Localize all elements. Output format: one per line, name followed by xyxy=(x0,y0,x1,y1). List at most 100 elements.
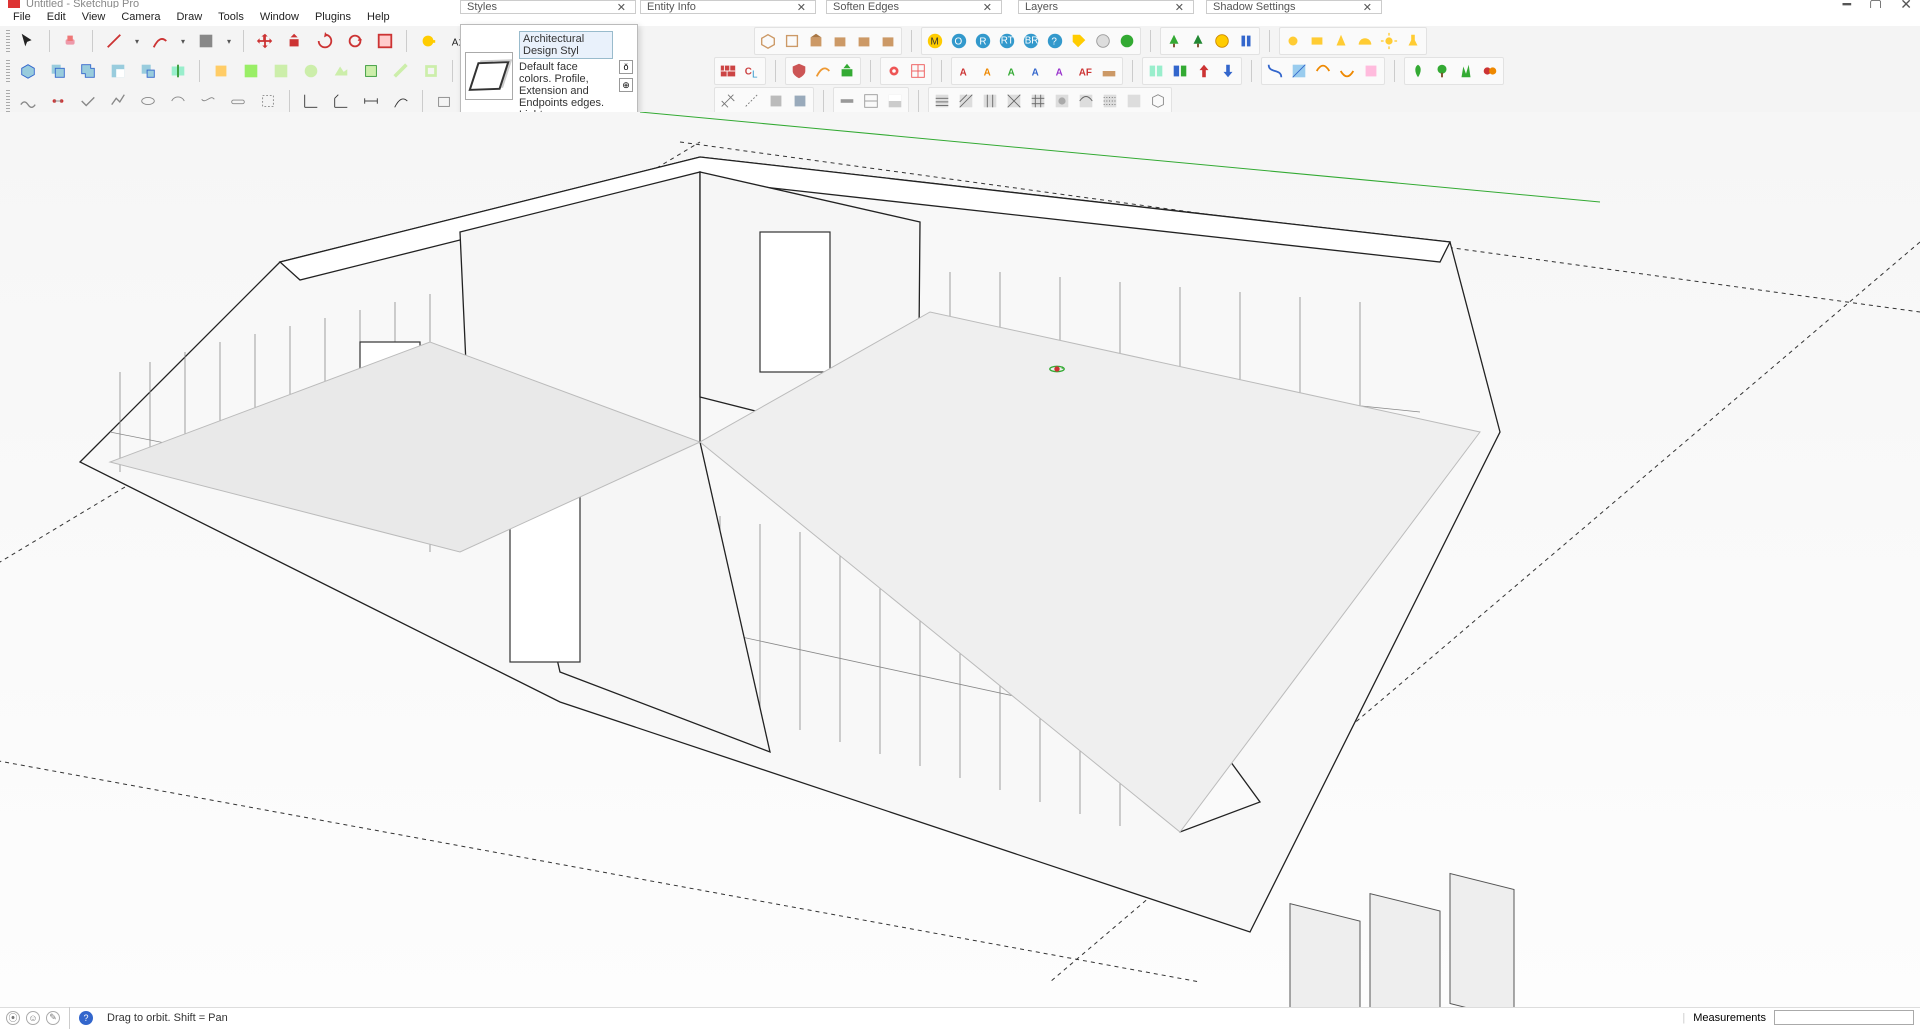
vray-r-icon[interactable]: R xyxy=(971,29,995,53)
hatch-9-icon[interactable] xyxy=(1122,89,1146,113)
axis-f-icon[interactable]: AF xyxy=(1073,59,1097,83)
hatch-3-icon[interactable] xyxy=(978,89,1002,113)
section-plane-icon[interactable] xyxy=(835,89,859,113)
rect-light-icon[interactable] xyxy=(1305,29,1329,53)
sun-light-icon[interactable] xyxy=(1377,29,1401,53)
box-1-icon[interactable] xyxy=(432,89,456,113)
shape-tool-dropdown-icon[interactable] xyxy=(224,29,234,53)
section-display-icon[interactable] xyxy=(859,89,883,113)
plant-1-icon[interactable] xyxy=(1406,59,1430,83)
style-create-icon[interactable]: ⊕ xyxy=(619,78,633,92)
subtract-icon[interactable] xyxy=(106,59,130,83)
wireframe-icon[interactable] xyxy=(716,89,740,113)
shaded-tex-icon[interactable] xyxy=(788,89,812,113)
sandbox-9-icon[interactable] xyxy=(256,89,280,113)
union-icon[interactable] xyxy=(76,59,100,83)
sandbox-7-icon[interactable] xyxy=(196,89,220,113)
tray-shadow-settings[interactable]: Shadow Settings ✕ xyxy=(1206,0,1382,14)
vray-material-icon[interactable] xyxy=(1115,29,1139,53)
curve-3-icon[interactable] xyxy=(1311,59,1335,83)
menu-file[interactable]: File xyxy=(6,9,38,25)
jhs-8-icon[interactable] xyxy=(419,59,443,83)
axis-b-icon[interactable]: A xyxy=(977,59,1001,83)
left-view-icon[interactable] xyxy=(876,29,900,53)
front-view-icon[interactable] xyxy=(804,29,828,53)
tree-2-icon[interactable] xyxy=(1186,29,1210,53)
tray-soften-edges[interactable]: Soften Edges ✕ xyxy=(826,0,1002,14)
tree-1-icon[interactable] xyxy=(1162,29,1186,53)
style-thumbnail[interactable] xyxy=(465,52,513,100)
rotate-tool-icon[interactable] xyxy=(313,29,337,53)
minimize-button[interactable]: ━ xyxy=(1843,0,1851,8)
mirror-2-icon[interactable] xyxy=(1168,59,1192,83)
sandbox-1-icon[interactable] xyxy=(16,89,40,113)
plant-2-icon[interactable] xyxy=(1430,59,1454,83)
menu-tools[interactable]: Tools xyxy=(211,9,251,25)
tray-layers[interactable]: Layers ✕ xyxy=(1018,0,1194,14)
jhs-3-icon[interactable] xyxy=(269,59,293,83)
vray-rt-icon[interactable]: RT xyxy=(995,29,1019,53)
tray-styles[interactable]: Styles ✕ xyxy=(460,0,636,14)
spot-light-icon[interactable] xyxy=(1329,29,1353,53)
top-view-icon[interactable] xyxy=(780,29,804,53)
pushpull-tool-icon[interactable] xyxy=(283,29,307,53)
fredo-push-icon[interactable] xyxy=(835,59,859,83)
menu-help[interactable]: Help xyxy=(360,9,397,25)
right-view-icon[interactable] xyxy=(828,29,852,53)
arrow-up-icon[interactable] xyxy=(1192,59,1216,83)
arc-tool-icon[interactable] xyxy=(148,29,172,53)
followme-tool-icon[interactable] xyxy=(343,29,367,53)
tray-layers-close-icon[interactable]: ✕ xyxy=(1172,1,1187,14)
arrow-down-icon[interactable] xyxy=(1216,59,1240,83)
fredo-shield-icon[interactable] xyxy=(787,59,811,83)
dim-1-icon[interactable] xyxy=(299,89,323,113)
axis-a-icon[interactable]: A xyxy=(953,59,977,83)
sandbox-5-icon[interactable] xyxy=(136,89,160,113)
back-view-icon[interactable] xyxy=(852,29,876,53)
menu-view[interactable]: View xyxy=(75,9,113,25)
tray-entity-close-icon[interactable]: ✕ xyxy=(794,1,809,14)
curve-5-icon[interactable] xyxy=(1359,59,1383,83)
plant-4-icon[interactable] xyxy=(1478,59,1502,83)
mirror-1-icon[interactable] xyxy=(1144,59,1168,83)
pause-icon[interactable] xyxy=(1234,29,1258,53)
scale-tool-icon[interactable] xyxy=(373,29,397,53)
tray-soften-close-icon[interactable]: ✕ xyxy=(980,1,995,14)
tape-tool-icon[interactable] xyxy=(416,29,440,53)
hatch-5-icon[interactable] xyxy=(1026,89,1050,113)
move-tool-icon[interactable] xyxy=(253,29,277,53)
menu-draw[interactable]: Draw xyxy=(169,9,209,25)
geo-location-icon[interactable]: ⦿ xyxy=(6,1011,20,1025)
line-tool-dropdown-icon[interactable] xyxy=(132,29,142,53)
menu-camera[interactable]: Camera xyxy=(114,9,167,25)
brick-icon[interactable] xyxy=(716,59,740,83)
vray-o-icon[interactable]: O xyxy=(947,29,971,53)
eraser-tool-icon[interactable] xyxy=(59,29,83,53)
vray-m-icon[interactable]: M xyxy=(923,29,947,53)
curve-1-icon[interactable] xyxy=(1263,59,1287,83)
sandbox-2-icon[interactable] xyxy=(46,89,70,113)
dim-3-icon[interactable] xyxy=(359,89,383,113)
split-icon[interactable] xyxy=(166,59,190,83)
vray-br-icon[interactable]: BR xyxy=(1019,29,1043,53)
axis-e-icon[interactable]: A xyxy=(1049,59,1073,83)
sun-grid-icon[interactable] xyxy=(906,59,930,83)
axis-d-icon[interactable]: A xyxy=(1025,59,1049,83)
plant-3-icon[interactable] xyxy=(1454,59,1478,83)
close-button[interactable]: ✕ xyxy=(1900,0,1912,8)
viewport[interactable] xyxy=(0,112,1920,1007)
menu-window[interactable]: Window xyxy=(253,9,306,25)
curve-4-icon[interactable] xyxy=(1335,59,1359,83)
shape-tool-icon[interactable] xyxy=(194,29,218,53)
dome-light-icon[interactable] xyxy=(1353,29,1377,53)
hatch-6-icon[interactable] xyxy=(1050,89,1074,113)
sandbox-4-icon[interactable] xyxy=(106,89,130,113)
axis-g-icon[interactable] xyxy=(1097,59,1121,83)
sun-gear-icon[interactable] xyxy=(882,59,906,83)
jhs-6-icon[interactable] xyxy=(359,59,383,83)
globe-icon[interactable] xyxy=(1210,29,1234,53)
outer-shell-icon[interactable] xyxy=(16,59,40,83)
vray-help-icon[interactable]: ? xyxy=(1043,29,1067,53)
help-icon[interactable]: ? xyxy=(79,1011,93,1025)
maximize-button[interactable]: ▢ xyxy=(1869,0,1882,8)
